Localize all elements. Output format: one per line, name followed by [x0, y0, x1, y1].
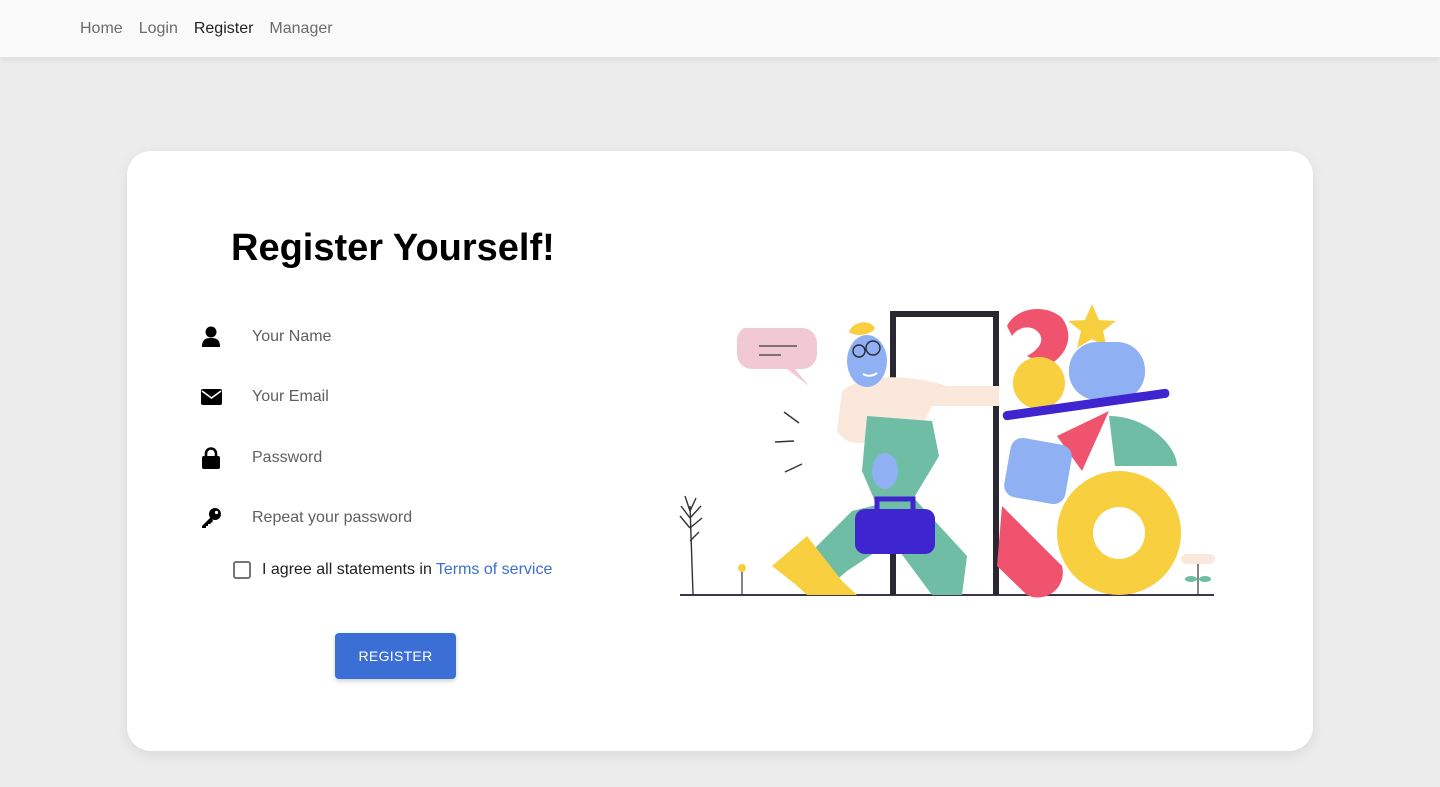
signup-illustration: [679, 304, 1215, 598]
register-button[interactable]: REGISTER: [335, 633, 456, 679]
page-title: Register Yourself!: [231, 227, 555, 269]
password-input[interactable]: [252, 440, 572, 476]
terms-of-service-link[interactable]: Terms of service: [436, 561, 552, 579]
register-card: Register Yourself! I agree all statement…: [127, 151, 1313, 751]
name-input[interactable]: [252, 319, 572, 355]
repeat-password-input[interactable]: [252, 500, 572, 536]
nav-manager[interactable]: Manager: [269, 20, 332, 38]
email-input[interactable]: [252, 379, 572, 415]
name-field-row: [199, 317, 579, 357]
user-icon: [199, 325, 223, 349]
top-navbar: Home Login Register Manager: [0, 0, 1440, 57]
terms-agreement: I agree all statements in Terms of servi…: [233, 561, 552, 579]
agree-label: I agree all statements in: [262, 561, 432, 578]
repeat-password-field-row: [199, 498, 579, 538]
password-field-row: [199, 438, 579, 478]
nav-register[interactable]: Register: [194, 20, 254, 38]
nav-login[interactable]: Login: [139, 20, 178, 38]
email-field-row: [199, 377, 579, 417]
terms-checkbox[interactable]: [233, 561, 251, 579]
plant-left: [679, 495, 703, 595]
lock-icon: [199, 446, 223, 470]
key-icon: [199, 506, 223, 530]
nav-home[interactable]: Home: [80, 20, 123, 38]
envelope-icon: [199, 385, 223, 409]
